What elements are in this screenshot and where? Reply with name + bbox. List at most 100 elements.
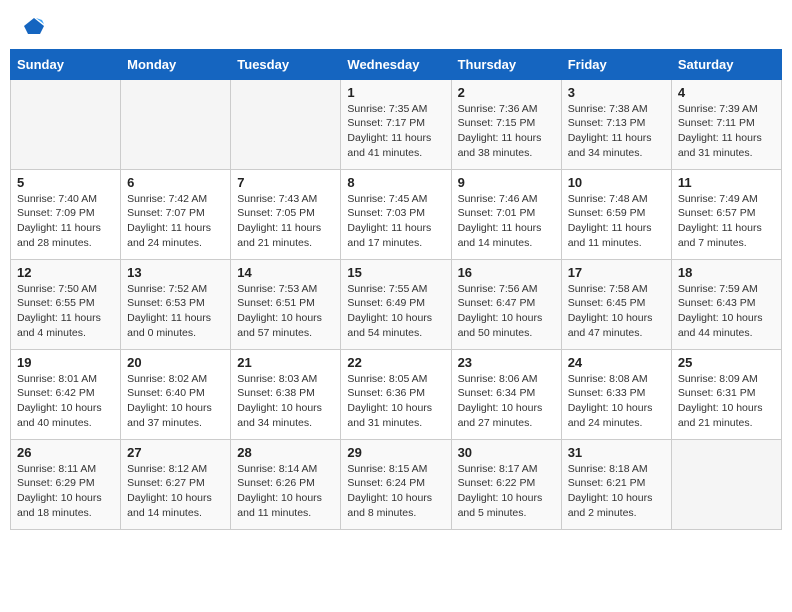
calendar-cell: 25 Sunrise: 8:09 AMSunset: 6:31 PMDayligh… [671,349,781,439]
day-info: Sunrise: 8:11 AMSunset: 6:29 PMDaylight:… [17,462,114,521]
day-number: 1 [347,85,444,100]
calendar-cell: 9Sunrise: 7:46 AMSunset: 7:01 PMDaylight… [451,169,561,259]
calendar-cell: 1 Sunrise: 7:35 AMSunset: 7:17 PMDaylight… [341,79,451,169]
day-info: Sunrise: 8:14 AMSunset: 6:26 PMDaylight:… [237,462,334,521]
calendar-cell: 2Sunrise: 7:36 AMSunset: 7:15 PMDaylight… [451,79,561,169]
calendar-week-row: 26 Sunrise: 8:11 AMSunset: 6:29 PMDayligh… [11,439,782,529]
day-number: 20 [127,355,224,370]
day-info: Sunrise: 8:06 AMSunset: 6:34 PMDaylight:… [458,372,555,431]
calendar-cell: 24 Sunrise: 8:08 AMSunset: 6:33 PMDayligh… [561,349,671,439]
day-info: Sunrise: 7:49 AMSunset: 6:57 PMDaylight:… [678,192,775,251]
calendar-week-row: 12Sunrise: 7:50 AMSunset: 6:55 PMDayligh… [11,259,782,349]
calendar-cell: 19 Sunrise: 8:01 AMSunset: 6:42 PMDayligh… [11,349,121,439]
calendar-cell: 7 Sunrise: 7:43 AMSunset: 7:05 PMDaylight… [231,169,341,259]
day-number: 27 [127,445,224,460]
day-number: 24 [568,355,665,370]
day-number: 16 [458,265,555,280]
day-info: Sunrise: 8:12 AMSunset: 6:27 PMDaylight:… [127,462,224,521]
calendar-cell: 13 Sunrise: 7:52 AMSunset: 6:53 PMDayligh… [121,259,231,349]
weekday-header-wednesday: Wednesday [341,49,451,79]
calendar-cell: 27 Sunrise: 8:12 AMSunset: 6:27 PMDayligh… [121,439,231,529]
calendar-cell: 22Sunrise: 8:05 AMSunset: 6:36 PMDayligh… [341,349,451,439]
day-info: Sunrise: 7:48 AMSunset: 6:59 PMDaylight:… [568,192,665,251]
page-header [0,0,792,49]
weekday-header-sunday: Sunday [11,49,121,79]
calendar-cell: 8 Sunrise: 7:45 AMSunset: 7:03 PMDaylight… [341,169,451,259]
weekday-header-monday: Monday [121,49,231,79]
day-info: Sunrise: 7:39 AMSunset: 7:11 PMDaylight:… [678,102,775,161]
weekday-header-thursday: Thursday [451,49,561,79]
calendar-cell: 6 Sunrise: 7:42 AMSunset: 7:07 PMDaylight… [121,169,231,259]
day-info: Sunrise: 7:52 AMSunset: 6:53 PMDaylight:… [127,282,224,341]
calendar-week-row: 5 Sunrise: 7:40 AMSunset: 7:09 PMDaylight… [11,169,782,259]
day-number: 17 [568,265,665,280]
day-info: Sunrise: 7:40 AMSunset: 7:09 PMDaylight:… [17,192,114,251]
day-number: 26 [17,445,114,460]
day-info: Sunrise: 7:38 AMSunset: 7:13 PMDaylight:… [568,102,665,161]
calendar-week-row: 1 Sunrise: 7:35 AMSunset: 7:17 PMDaylight… [11,79,782,169]
calendar-cell: 5 Sunrise: 7:40 AMSunset: 7:09 PMDaylight… [11,169,121,259]
calendar-cell: 11 Sunrise: 7:49 AMSunset: 6:57 PMDayligh… [671,169,781,259]
day-number: 10 [568,175,665,190]
day-info: Sunrise: 7:35 AMSunset: 7:17 PMDaylight:… [347,102,444,161]
calendar-week-row: 19 Sunrise: 8:01 AMSunset: 6:42 PMDayligh… [11,349,782,439]
day-number: 6 [127,175,224,190]
calendar-cell [231,79,341,169]
day-number: 8 [347,175,444,190]
calendar-cell [671,439,781,529]
day-info: Sunrise: 8:17 AMSunset: 6:22 PMDaylight:… [458,462,555,521]
calendar-cell: 31 Sunrise: 8:18 AMSunset: 6:21 PMDayligh… [561,439,671,529]
day-number: 11 [678,175,775,190]
day-number: 19 [17,355,114,370]
day-info: Sunrise: 8:15 AMSunset: 6:24 PMDaylight:… [347,462,444,521]
weekday-header-tuesday: Tuesday [231,49,341,79]
calendar-cell: 17 Sunrise: 7:58 AMSunset: 6:45 PMDayligh… [561,259,671,349]
day-info: Sunrise: 8:01 AMSunset: 6:42 PMDaylight:… [17,372,114,431]
calendar-cell: 10 Sunrise: 7:48 AMSunset: 6:59 PMDayligh… [561,169,671,259]
weekday-header-saturday: Saturday [671,49,781,79]
day-number: 29 [347,445,444,460]
day-info: Sunrise: 8:03 AMSunset: 6:38 PMDaylight:… [237,372,334,431]
day-number: 18 [678,265,775,280]
calendar-cell: 3 Sunrise: 7:38 AMSunset: 7:13 PMDaylight… [561,79,671,169]
day-info: Sunrise: 8:09 AMSunset: 6:31 PMDaylight:… [678,372,775,431]
weekday-header-row: SundayMondayTuesdayWednesdayThursdayFrid… [11,49,782,79]
day-number: 14 [237,265,334,280]
day-number: 31 [568,445,665,460]
calendar-cell: 29 Sunrise: 8:15 AMSunset: 6:24 PMDayligh… [341,439,451,529]
day-info: Sunrise: 7:55 AMSunset: 6:49 PMDaylight:… [347,282,444,341]
day-info: Sunrise: 7:50 AMSunset: 6:55 PMDaylight:… [17,282,114,341]
day-info: Sunrise: 7:43 AMSunset: 7:05 PMDaylight:… [237,192,334,251]
calendar-cell [121,79,231,169]
day-info: Sunrise: 8:18 AMSunset: 6:21 PMDaylight:… [568,462,665,521]
calendar-cell: 21 Sunrise: 8:03 AMSunset: 6:38 PMDayligh… [231,349,341,439]
day-number: 13 [127,265,224,280]
day-info: Sunrise: 7:56 AMSunset: 6:47 PMDaylight:… [458,282,555,341]
logo [20,16,46,41]
day-number: 15 [347,265,444,280]
calendar-cell: 26 Sunrise: 8:11 AMSunset: 6:29 PMDayligh… [11,439,121,529]
day-info: Sunrise: 8:02 AMSunset: 6:40 PMDaylight:… [127,372,224,431]
day-info: Sunrise: 7:45 AMSunset: 7:03 PMDaylight:… [347,192,444,251]
day-number: 21 [237,355,334,370]
calendar-cell: 4Sunrise: 7:39 AMSunset: 7:11 PMDaylight… [671,79,781,169]
calendar-cell: 15 Sunrise: 7:55 AMSunset: 6:49 PMDayligh… [341,259,451,349]
day-number: 25 [678,355,775,370]
calendar-table: SundayMondayTuesdayWednesdayThursdayFrid… [10,49,782,530]
day-info: Sunrise: 8:08 AMSunset: 6:33 PMDaylight:… [568,372,665,431]
day-number: 3 [568,85,665,100]
day-number: 22 [347,355,444,370]
day-info: Sunrise: 7:58 AMSunset: 6:45 PMDaylight:… [568,282,665,341]
day-info: Sunrise: 7:36 AMSunset: 7:15 PMDaylight:… [458,102,555,161]
day-number: 5 [17,175,114,190]
calendar-cell: 16 Sunrise: 7:56 AMSunset: 6:47 PMDayligh… [451,259,561,349]
calendar-cell: 23 Sunrise: 8:06 AMSunset: 6:34 PMDayligh… [451,349,561,439]
day-info: Sunrise: 7:42 AMSunset: 7:07 PMDaylight:… [127,192,224,251]
day-number: 7 [237,175,334,190]
weekday-header-friday: Friday [561,49,671,79]
logo-icon [22,16,46,36]
calendar-cell: 28Sunrise: 8:14 AMSunset: 6:26 PMDayligh… [231,439,341,529]
calendar-cell [11,79,121,169]
day-number: 23 [458,355,555,370]
day-number: 30 [458,445,555,460]
